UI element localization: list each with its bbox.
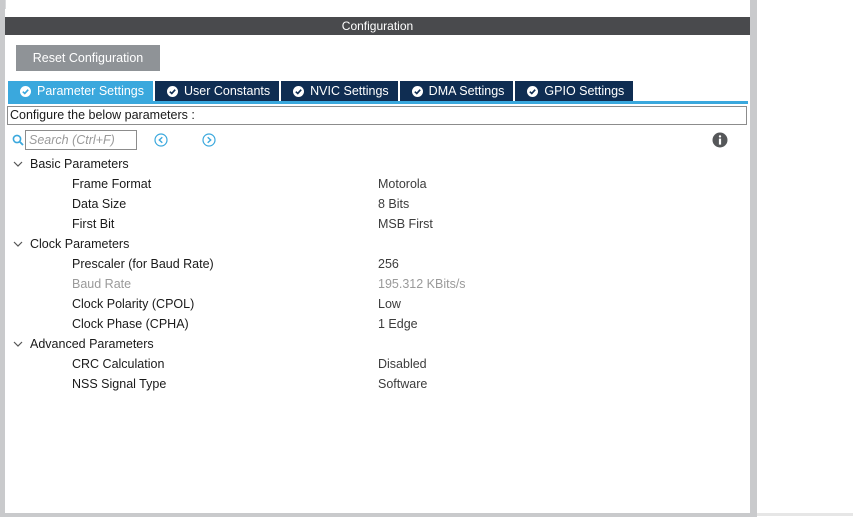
- param-name: First Bit: [72, 217, 115, 231]
- param-name: Data Size: [72, 197, 127, 211]
- configuration-header: Configuration: [5, 17, 750, 35]
- param-name: Clock Phase (CPHA): [72, 317, 189, 331]
- param-row: Baud Rate 195.312 KBits/s: [5, 274, 750, 294]
- tab-label: Parameter Settings: [37, 84, 144, 98]
- chevron-down-icon[interactable]: [13, 159, 23, 169]
- param-value[interactable]: Software: [378, 374, 427, 394]
- param-row[interactable]: Clock Polarity (CPOL) Low: [5, 294, 750, 314]
- search-next-icon[interactable]: [202, 133, 216, 147]
- check-circle-icon: [527, 85, 539, 97]
- param-row[interactable]: First Bit MSB First: [5, 214, 750, 234]
- tab-label: NVIC Settings: [310, 84, 389, 98]
- group-basic-parameters[interactable]: Basic Parameters: [5, 154, 750, 174]
- param-value: 195.312 KBits/s: [378, 277, 466, 291]
- group-advanced-parameters[interactable]: Advanced Parameters: [5, 334, 750, 354]
- param-row[interactable]: Data Size 8 Bits: [5, 194, 750, 214]
- settings-tabs: Parameter Settings User Constants NVIC S…: [8, 81, 635, 101]
- param-name: Frame Format: [72, 177, 152, 191]
- param-name: Prescaler (for Baud Rate): [72, 257, 214, 271]
- param-value[interactable]: 256: [378, 254, 399, 274]
- param-row[interactable]: Frame Format Motorola: [5, 174, 750, 194]
- check-circle-icon: [293, 85, 305, 97]
- param-row[interactable]: CRC Calculation Disabled: [5, 354, 750, 374]
- group-label: Advanced Parameters: [30, 337, 154, 351]
- chevron-down-icon[interactable]: [13, 239, 23, 249]
- param-name: CRC Calculation: [72, 357, 165, 371]
- param-value[interactable]: 1 Edge: [378, 314, 418, 334]
- tab-label: User Constants: [184, 84, 271, 98]
- window-frame-top: [0, 0, 757, 9]
- group-label: Clock Parameters: [30, 237, 130, 251]
- check-circle-icon: [411, 85, 423, 97]
- param-value[interactable]: Low: [378, 294, 401, 314]
- parameters-hint: Configure the below parameters :: [7, 106, 747, 125]
- window-frame-right[interactable]: [750, 0, 757, 523]
- param-name: Baud Rate: [72, 277, 132, 291]
- search-icon: [12, 134, 24, 146]
- param-row[interactable]: NSS Signal Type Software: [5, 374, 750, 394]
- info-icon[interactable]: [712, 132, 728, 148]
- param-value[interactable]: 8 Bits: [378, 194, 409, 214]
- param-row[interactable]: Clock Phase (CPHA) 1 Edge: [5, 314, 750, 334]
- parameter-tree: Basic Parameters Frame Format Motorola D…: [5, 154, 750, 394]
- tab-dma-settings[interactable]: DMA Settings: [399, 81, 514, 101]
- reset-configuration-button[interactable]: Reset Configuration: [16, 45, 160, 71]
- param-name: Clock Polarity (CPOL): [72, 297, 195, 311]
- check-circle-icon: [20, 85, 31, 97]
- tab-label: DMA Settings: [428, 84, 505, 98]
- param-name: NSS Signal Type: [72, 377, 167, 391]
- tab-parameter-settings[interactable]: Parameter Settings: [8, 81, 153, 101]
- tab-user-constants[interactable]: User Constants: [155, 81, 280, 101]
- check-circle-icon: [167, 85, 178, 97]
- param-row[interactable]: Prescaler (for Baud Rate) 256: [5, 254, 750, 274]
- group-label: Basic Parameters: [30, 157, 129, 171]
- param-value[interactable]: MSB First: [378, 214, 433, 234]
- tab-label: GPIO Settings: [544, 84, 625, 98]
- tab-nvic-settings[interactable]: NVIC Settings: [281, 81, 398, 101]
- search-input[interactable]: [25, 130, 137, 150]
- window-frame-bottom: [0, 513, 853, 523]
- chevron-down-icon[interactable]: [13, 339, 23, 349]
- panel-spacer: [5, 9, 750, 17]
- group-clock-parameters[interactable]: Clock Parameters: [5, 234, 750, 254]
- tab-gpio-settings[interactable]: GPIO Settings: [515, 81, 634, 101]
- configuration-panel: Configuration Reset Configuration Parame…: [5, 17, 750, 513]
- tab-underline: [8, 101, 748, 104]
- param-value[interactable]: Motorola: [378, 174, 427, 194]
- search-previous-icon[interactable]: [154, 133, 168, 147]
- param-value[interactable]: Disabled: [378, 354, 427, 374]
